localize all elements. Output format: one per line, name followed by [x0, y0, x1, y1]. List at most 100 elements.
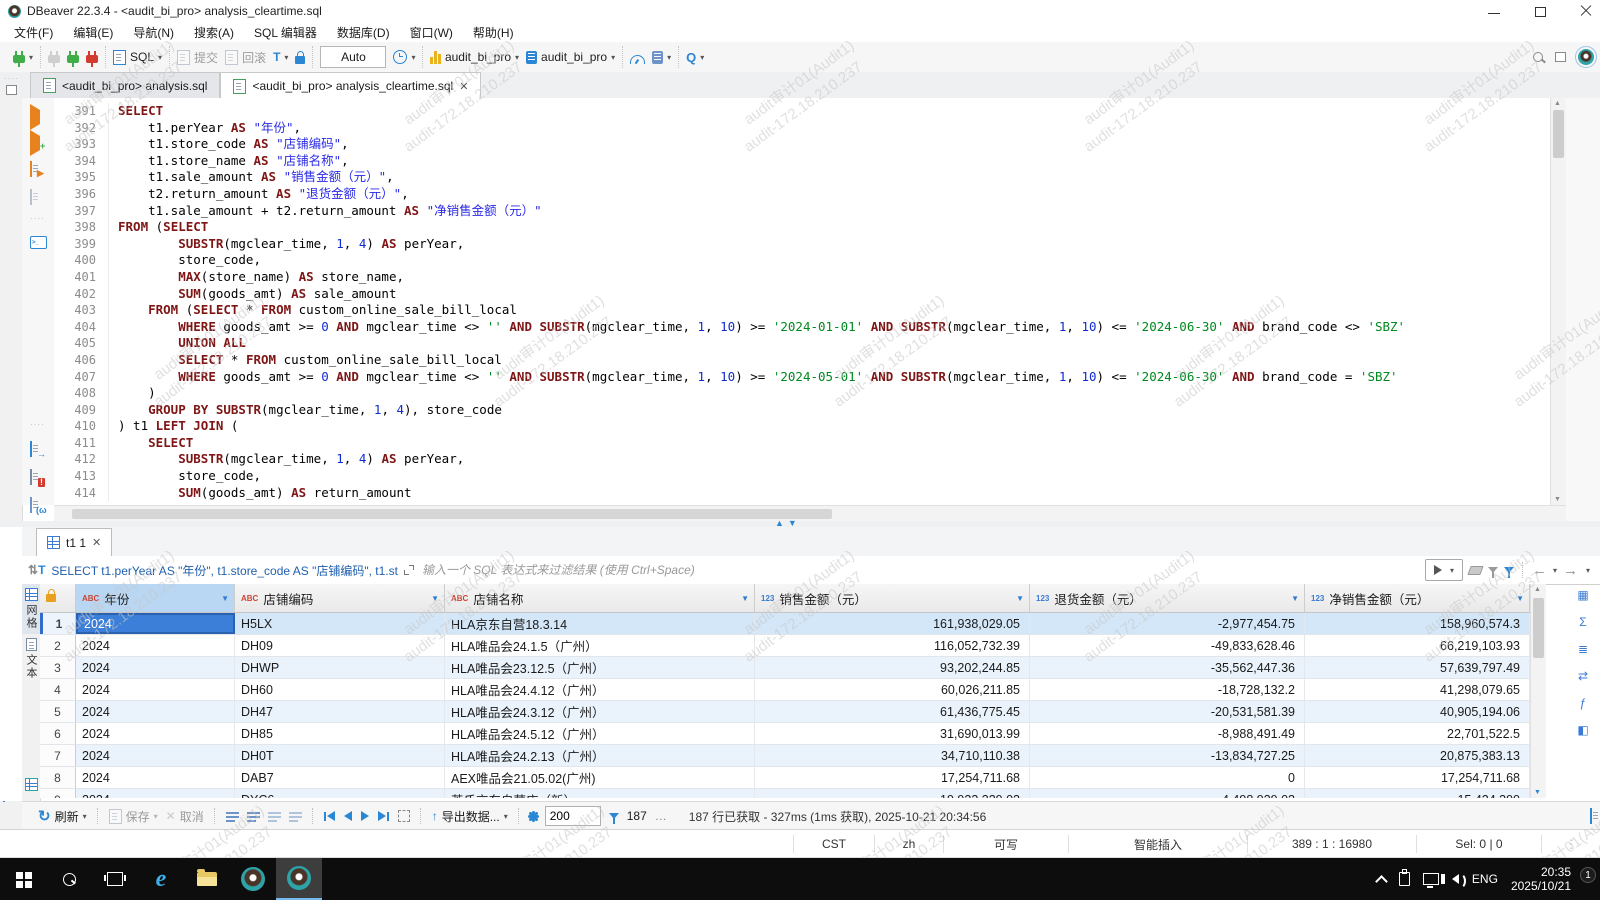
- value-panel-icon[interactable]: ▦: [1577, 588, 1588, 602]
- dbeaver-taskbar-button[interactable]: [230, 858, 276, 900]
- close-button[interactable]: [1580, 5, 1592, 17]
- file-explorer-button[interactable]: [184, 858, 230, 900]
- table-row[interactable]: 12024H5LXHLA京东自营18.3.14161,938,029.05-2,…: [40, 613, 1530, 635]
- column-menu-icon[interactable]: ▼: [431, 594, 439, 603]
- chevron-down-icon[interactable]: ▾: [515, 53, 519, 62]
- grid-cell[interactable]: -13,834,727.25: [1030, 745, 1305, 766]
- row-number[interactable]: 3: [40, 657, 76, 678]
- more-icon[interactable]: …: [655, 809, 667, 823]
- grid-cell[interactable]: DAB7: [235, 767, 445, 788]
- open-perspective-icon[interactable]: [1555, 52, 1566, 62]
- grid-cell[interactable]: 17,254,711.68: [755, 767, 1030, 788]
- results-tab-t1[interactable]: t1 1 ✕: [36, 528, 112, 556]
- grid-cell[interactable]: HLA京东自营18.3.14: [445, 613, 755, 634]
- sql-editor-button[interactable]: SQL▾: [113, 50, 162, 65]
- transaction-history-button[interactable]: ▾: [393, 50, 415, 64]
- grid-cell[interactable]: 40,905,194.06: [1305, 701, 1530, 722]
- chevron-down-icon[interactable]: ▾: [83, 812, 87, 821]
- explain-plan-button[interactable]: [30, 190, 32, 204]
- language-indicator[interactable]: ENG: [1472, 872, 1498, 886]
- duplicate-row-icon[interactable]: [247, 811, 260, 822]
- execute-statement-button[interactable]: [30, 110, 40, 124]
- start-button[interactable]: [0, 858, 46, 900]
- grid-cell[interactable]: 158,960,574.3: [1305, 613, 1530, 634]
- grid-cell[interactable]: 2024: [76, 789, 235, 798]
- editor-tab-analysis[interactable]: <audit_bi_pro> analysis.sql: [30, 72, 220, 98]
- table-row[interactable]: 22024DH09HLA唯品会24.1.5（广州）116,052,732.39-…: [40, 635, 1530, 657]
- result-grid[interactable]: ABC年份▼ABC店铺编码▼ABC店铺名称▼123销售金额（元）▼123退货金额…: [40, 584, 1530, 798]
- grid-cell[interactable]: HLA唯品会24.3.12（广州）: [445, 701, 755, 722]
- chevron-down-icon[interactable]: ▾: [29, 53, 33, 62]
- grid-cell[interactable]: DH0T: [235, 745, 445, 766]
- column-menu-icon[interactable]: ▼: [221, 594, 229, 603]
- grid-cell[interactable]: -18,728,132.2: [1030, 679, 1305, 700]
- close-results-icon[interactable]: ✕: [92, 536, 101, 549]
- grid-cell[interactable]: 15,424,390: [1305, 789, 1530, 798]
- grid-cell[interactable]: 2024: [76, 635, 235, 656]
- column-menu-icon[interactable]: ▼: [1516, 594, 1524, 603]
- minimize-button[interactable]: [1488, 5, 1500, 17]
- grid-cell[interactable]: DH85: [235, 723, 445, 744]
- usb-icon[interactable]: [1399, 872, 1410, 886]
- row-number[interactable]: 8: [40, 767, 76, 788]
- delete-row-icon[interactable]: [268, 811, 281, 822]
- result-settings-icon[interactable]: [530, 813, 537, 820]
- first-row-button[interactable]: [324, 811, 335, 821]
- previous-row-button[interactable]: [344, 811, 352, 821]
- scroll-up-icon[interactable]: ▲: [1534, 586, 1541, 593]
- dashboard-button[interactable]: [630, 51, 645, 64]
- grid-cell[interactable]: HLA唯品会23.12.5（广州）: [445, 657, 755, 678]
- export-log-button[interactable]: [1590, 809, 1592, 823]
- cancel-button[interactable]: ✕取消: [166, 808, 204, 825]
- grid-cell[interactable]: 116,052,732.39: [755, 635, 1030, 656]
- grid-cell[interactable]: -8,988,491.49: [1030, 723, 1305, 744]
- grid-cell[interactable]: 60,026,211.85: [755, 679, 1030, 700]
- grid-cell[interactable]: 2024: [76, 767, 235, 788]
- rollback-button[interactable]: 回滚: [225, 49, 266, 66]
- editor-vertical-scrollbar[interactable]: ▲ ▼: [1550, 98, 1566, 505]
- grid-cell[interactable]: DH09: [235, 635, 445, 656]
- menu-item-3[interactable]: 搜索(A): [184, 22, 244, 43]
- grid-cell[interactable]: H5LX: [235, 613, 445, 634]
- grid-cell[interactable]: DHWP: [235, 657, 445, 678]
- column-header-3[interactable]: 123销售金额（元）▼: [755, 584, 1030, 612]
- open-terminal-button[interactable]: >_: [30, 236, 47, 249]
- editor-horizontal-scrollbar[interactable]: [54, 505, 1566, 522]
- editor-tab-analysis-cleartime[interactable]: <audit_bi_pro> analysis_cleartime.sql ✕: [220, 72, 481, 99]
- table-row[interactable]: 52024DH47HLA唯品会24.3.12（广州）61,436,775.45-…: [40, 701, 1530, 723]
- grid-cell[interactable]: DYC6: [235, 789, 445, 798]
- grid-cell[interactable]: DH47: [235, 701, 445, 722]
- row-number[interactable]: 4: [40, 679, 76, 700]
- edit-row-icon[interactable]: [289, 811, 302, 822]
- dbeaver-taskbar-button-active[interactable]: [276, 858, 322, 900]
- row-number[interactable]: 9: [40, 789, 76, 798]
- chevron-down-icon[interactable]: ▾: [284, 53, 288, 62]
- menu-item-1[interactable]: 编辑(E): [63, 22, 123, 43]
- add-row-icon[interactable]: [226, 811, 239, 822]
- grid-cell[interactable]: 22,701,522.5: [1305, 723, 1530, 744]
- column-header-2[interactable]: ABC店铺名称▼: [445, 584, 755, 612]
- dbeaver-perspective-icon[interactable]: [1578, 49, 1594, 65]
- grid-cell[interactable]: -2,977,454.75: [1030, 613, 1305, 634]
- record-mode-toggle[interactable]: [22, 774, 40, 795]
- taskbar-clock[interactable]: 20:35 2025/10/21: [1511, 865, 1571, 893]
- taskbar-search-button[interactable]: [46, 858, 92, 900]
- network-icon[interactable]: [1423, 873, 1439, 885]
- grid-cell[interactable]: 57,639,797.49: [1305, 657, 1530, 678]
- grid-cell[interactable]: 34,710,110.38: [755, 745, 1030, 766]
- grouping-panel-icon[interactable]: ◧: [1577, 723, 1588, 737]
- export-script-button[interactable]: →: [30, 442, 32, 456]
- calc-panel-icon[interactable]: ƒ: [1580, 696, 1587, 710]
- grid-cell[interactable]: DH60: [235, 679, 445, 700]
- grid-cell[interactable]: HLA唯品会24.4.12（广州）: [445, 679, 755, 700]
- disconnect-button[interactable]: [86, 51, 98, 63]
- table-row[interactable]: 82024DAB7AEX唯品会21.05.02(广州)17,254,711.68…: [40, 767, 1530, 789]
- fetch-size-input[interactable]: [545, 806, 601, 826]
- table-row[interactable]: 92024DYC6英氏京东自营店（新）19,923,329.02-4,498,9…: [40, 789, 1530, 798]
- row-number[interactable]: 2: [40, 635, 76, 656]
- grid-cell[interactable]: 66,219,103.93: [1305, 635, 1530, 656]
- grid-cell[interactable]: 2024: [76, 745, 235, 766]
- table-row[interactable]: 32024DHWPHLA唯品会23.12.5（广州）93,202,244.85-…: [40, 657, 1530, 679]
- scrollbar-thumb[interactable]: [72, 509, 832, 519]
- menu-item-2[interactable]: 导航(N): [123, 22, 184, 43]
